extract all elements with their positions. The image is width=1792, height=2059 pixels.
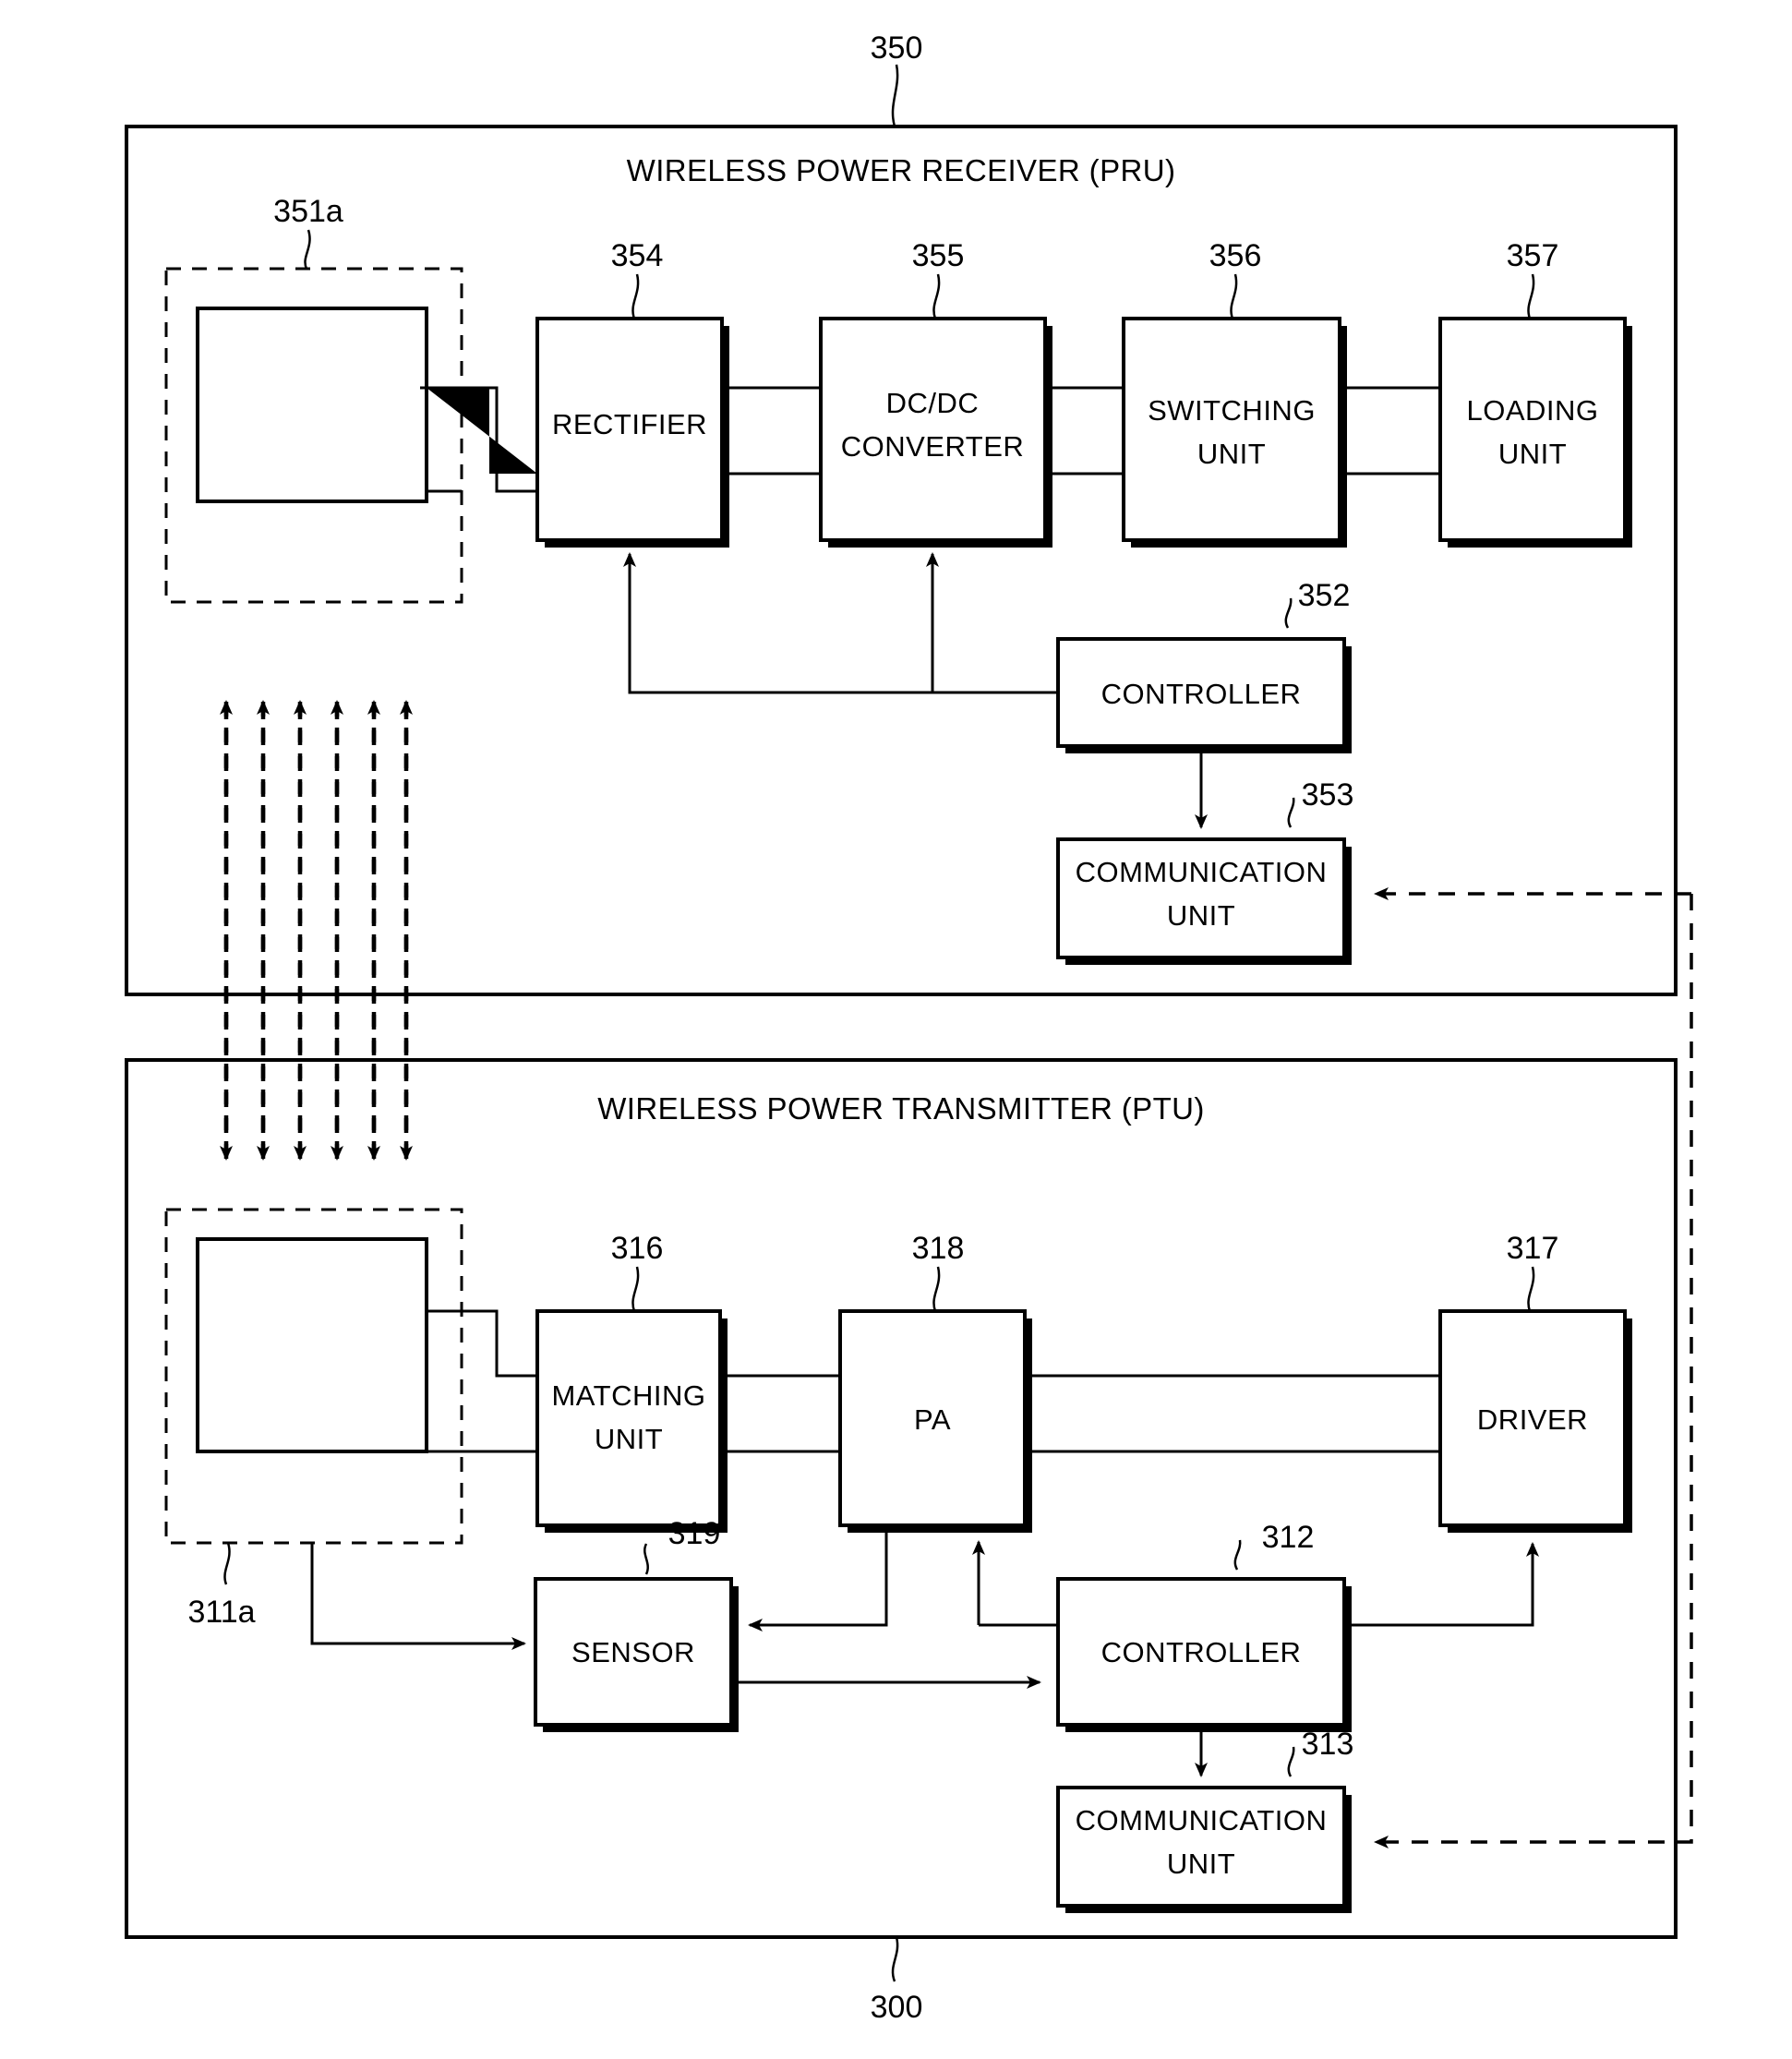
block-receiver-controller-label: CONTROLLER: [1101, 678, 1302, 710]
block-matching-unit-ref-label: 316: [611, 1231, 664, 1266]
transmitter-ref-label: 300: [871, 1990, 923, 2025]
block-rectifier-ref-label: 354: [611, 238, 664, 273]
transmitter-coil-ref-label: 311a: [187, 1595, 255, 1630]
block-loading-unit: [1438, 317, 1632, 548]
block-power-amplifier-label: PA: [914, 1403, 951, 1436]
block-dcdc-converter-label-2: CONVERTER: [841, 430, 1025, 463]
block-loading-unit-label-2: UNIT: [1498, 438, 1567, 470]
block-transmitter-controller-ref-label: 312: [1262, 1520, 1315, 1555]
receiver-coil-ref-label: 351a: [273, 194, 343, 229]
block-matching-unit: [535, 1309, 728, 1533]
block-switching-unit-label-1: SWITCHING: [1148, 394, 1316, 427]
transmitter-title: WIRELESS POWER TRANSMITTER (PTU): [597, 1091, 1205, 1126]
block-receiver-comm-unit-ref-label: 353: [1302, 777, 1354, 813]
block-rectifier-label: RECTIFIER: [552, 408, 707, 440]
block-driver-ref-label: 317: [1507, 1231, 1559, 1266]
block-matching-unit-label-2: UNIT: [595, 1423, 663, 1455]
figure-canvas: 350 WIRELESS POWER RECEIVER (PRU) 351a R…: [0, 0, 1792, 2059]
block-power-amplifier-ref-label: 318: [912, 1231, 965, 1266]
block-transmitter-comm-unit-ref-label: 313: [1302, 1727, 1354, 1762]
block-driver-label: DRIVER: [1477, 1403, 1588, 1436]
block-receiver-controller-ref-label: 352: [1298, 578, 1351, 613]
receiver-ref-label: 350: [871, 30, 923, 66]
block-matching-unit-label-1: MATCHING: [551, 1379, 705, 1412]
block-sensor-ref-label: 319: [668, 1516, 721, 1551]
block-loading-unit-ref-label: 357: [1507, 238, 1559, 273]
block-dcdc-converter-ref-label: 355: [912, 238, 965, 273]
block-switching-unit: [1122, 317, 1347, 548]
block-switching-unit-label-2: UNIT: [1197, 438, 1266, 470]
block-switching-unit-ref-label: 356: [1209, 238, 1262, 273]
block-sensor-label: SENSOR: [571, 1636, 695, 1668]
block-transmitter-comm-unit-label-1: COMMUNICATION: [1076, 1804, 1328, 1836]
block-loading-unit-label-1: LOADING: [1466, 394, 1598, 427]
block-transmitter-comm-unit-label-2: UNIT: [1167, 1848, 1235, 1880]
block-receiver-comm-unit-label-1: COMMUNICATION: [1076, 856, 1328, 888]
receiver-title: WIRELESS POWER RECEIVER (PRU): [627, 153, 1176, 187]
block-transmitter-controller-label: CONTROLLER: [1101, 1636, 1302, 1668]
block-dcdc-converter-label-1: DC/DC: [886, 387, 980, 419]
block-receiver-comm-unit-label-2: UNIT: [1167, 899, 1235, 932]
